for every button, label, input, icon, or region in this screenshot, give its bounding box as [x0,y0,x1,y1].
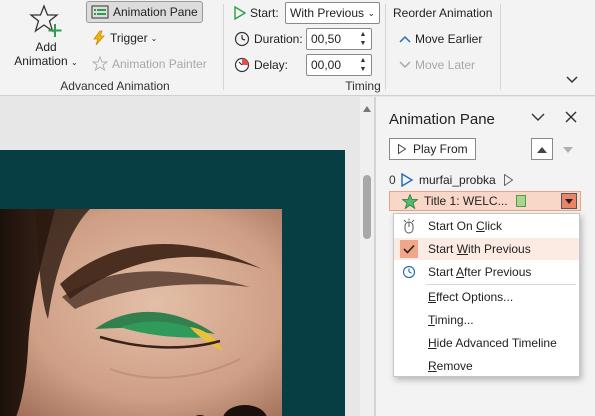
duration-label: Duration: [254,32,303,46]
item-number: 0 [389,173,396,187]
chevron-down-icon: ⌄ [367,7,375,18]
menu-item-label: Effect Options... [428,290,514,304]
play-trigger-icon [401,173,413,187]
duration-row: Duration: [234,28,303,50]
add-animation-label-line2: Animation ⌄ [14,54,78,68]
start-select-value: With Previous [290,6,365,20]
animation-painter-label: Animation Painter [112,57,207,71]
delay-label: Delay: [254,58,289,72]
entrance-effect-star-icon [402,193,418,209]
item-label: murfai_probka [419,173,496,187]
group-divider [385,4,386,90]
move-earlier-button[interactable]: Move Earlier [395,28,486,50]
animation-pane-icon [91,5,109,19]
menu-separator [426,284,576,285]
animation-pane-label: Animation Pane [113,5,198,19]
menu-item-label: Start On Click [428,219,503,233]
group-divider [223,4,224,90]
triangle-down-icon [563,142,573,156]
menu-item-start-after-previous[interactable]: Start After Previous [394,261,579,283]
pane-title: Animation Pane [389,111,495,128]
clock-icon [234,31,250,47]
move-down-button[interactable] [557,138,579,160]
trigger-button[interactable]: Trigger ⌄ [88,27,161,49]
pane-options-chevron-icon[interactable] [531,111,545,123]
start-select[interactable]: With Previous ⌄ [285,2,380,24]
menu-item-timing[interactable]: Timing... [394,309,579,331]
spinner-arrows-icon[interactable]: ▲ ▼ [355,55,371,75]
add-animation-star-icon [29,4,62,37]
lightning-icon [92,30,106,46]
menu-item-label: Timing... [428,313,474,327]
animation-pane-button[interactable]: Animation Pane [86,1,203,23]
menu-item-effect-options[interactable]: Effect Options... [394,286,579,308]
slide-editing-area[interactable] [0,97,360,416]
animation-list-item-selected[interactable]: Title 1: WELC... [389,191,581,211]
mouse-click-icon [400,217,418,235]
add-animation-label-line1: Add [35,40,57,54]
menu-item-remove[interactable]: Remove [394,355,579,377]
chevron-down-icon: ⌄ [150,33,158,43]
play-icon [398,144,406,154]
timing-group-label: Timing [345,79,381,93]
face-photo-image [0,209,282,416]
menu-item-label: Hide Advanced Timeline [428,336,557,350]
ribbon: Add Animation ⌄ Animation Pane Trigger ⌄… [0,0,595,96]
triangle-up-icon [537,142,547,156]
spinner-arrows-icon[interactable]: ▲ ▼ [355,29,371,49]
menu-item-label: Start With Previous [428,242,531,256]
collapse-ribbon-icon[interactable] [566,74,578,88]
vertical-scrollbar[interactable] [360,97,374,416]
triangle-down-icon [565,198,573,204]
scroll-up-icon[interactable] [363,101,371,115]
chevron-down-icon [399,60,411,70]
move-up-button[interactable] [531,138,553,160]
menu-item-label: Remove [428,359,473,373]
delay-row: Delay: [234,54,288,76]
play-outline-icon [503,174,513,186]
animation-context-menu: Start On Click Start With Previous Start… [393,213,580,377]
scrollbar-thumb[interactable] [363,175,371,239]
advanced-animation-group-label: Advanced Animation [60,79,170,93]
close-icon[interactable] [565,111,577,123]
duration-spinner[interactable]: 00,50 ▲ ▼ [306,28,372,50]
slide-canvas[interactable] [0,150,345,416]
play-triangle-icon [234,6,246,20]
slide-photo[interactable] [0,209,282,416]
trigger-label: Trigger [110,31,148,45]
menu-item-label: Start After Previous [428,265,532,279]
timeline-bar[interactable] [515,195,526,207]
delay-spinner[interactable]: 00,00 ▲ ▼ [306,54,372,76]
animation-painter-button[interactable]: Animation Painter [88,53,211,75]
checkmark-icon [400,240,418,258]
clock-icon [400,263,418,281]
add-animation-button[interactable]: Add Animation ⌄ [10,4,82,76]
menu-item-start-with-previous[interactable]: Start With Previous [394,238,579,260]
move-earlier-label: Move Earlier [415,32,483,46]
menu-item-hide-advanced-timeline[interactable]: Hide Advanced Timeline [394,332,579,354]
move-later-label: Move Later [415,58,476,72]
item-label: Title 1: WELC... [424,194,508,208]
start-label: Start: [250,6,279,20]
animation-list-item[interactable]: 0 murfai_probka [389,170,569,190]
group-divider [500,4,501,90]
menu-item-start-on-click[interactable]: Start On Click [394,215,579,237]
chevron-down-icon: ⌄ [71,58,78,67]
delay-clock-icon [234,57,250,73]
chevron-up-icon [399,34,411,44]
play-from-button[interactable]: Play From [389,138,476,160]
reorder-animation-label: Reorder Animation [393,6,493,20]
play-from-label: Play From [413,142,468,156]
delay-value: 00,00 [311,58,342,72]
start-row: Start: [234,2,279,24]
duration-value: 00,50 [311,32,342,46]
animation-painter-icon [92,56,108,72]
item-dropdown-button[interactable] [561,193,577,209]
move-later-button[interactable]: Move Later [395,54,479,76]
